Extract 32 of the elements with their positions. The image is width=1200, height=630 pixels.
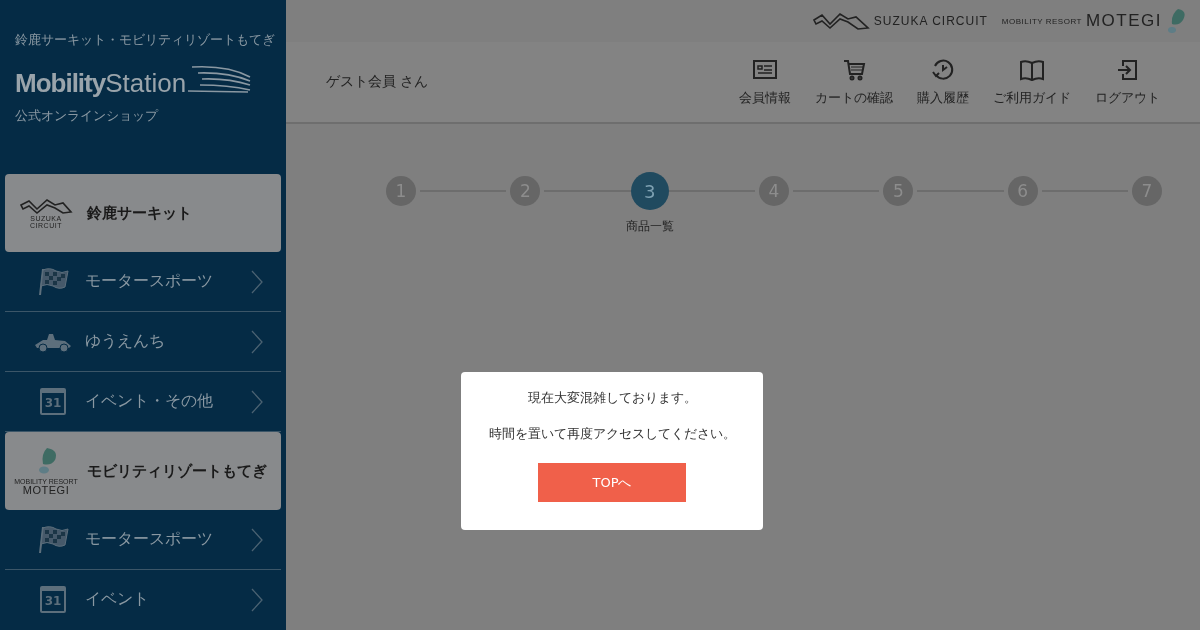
checkered-flag-icon xyxy=(36,524,70,555)
calendar-icon: 31 xyxy=(40,388,66,415)
chevron-icon xyxy=(251,527,263,552)
chevron-icon xyxy=(251,389,263,414)
dialog-message: 現在大変混雑しております。 xyxy=(527,390,697,407)
subtitle: 公式オンラインショップ xyxy=(15,107,160,125)
suzuka-circuit-logo[interactable]: SUZUKA CIRCUIT xyxy=(811,11,988,31)
history-icon xyxy=(930,57,956,82)
top-button[interactable]: TOPへ xyxy=(538,463,686,502)
menu-item[interactable]: モータースポーツ xyxy=(5,510,281,570)
menu-item[interactable]: モータースポーツ xyxy=(5,252,281,312)
menu-item[interactable]: 31 イベント xyxy=(5,570,281,629)
nav-link[interactable]: ログアウト xyxy=(1095,57,1160,107)
menu-item[interactable]: ゆうえんち xyxy=(5,312,281,372)
step-circle: 3 xyxy=(630,172,669,210)
cart-icon xyxy=(841,57,867,82)
calendar-icon: 31 xyxy=(40,586,66,613)
nav-link[interactable]: 会員情報 xyxy=(739,57,791,107)
motegi-logo[interactable]: MOBILITY RESORT MOTEGI xyxy=(1001,8,1186,34)
checkered-flag-icon xyxy=(36,266,70,297)
book-icon xyxy=(1019,57,1045,82)
id-card-icon xyxy=(752,57,778,82)
chevron-icon xyxy=(251,587,263,612)
user-greeting: ゲスト会員 さん xyxy=(326,73,430,91)
mobility-station-logo[interactable]: MobilityStation xyxy=(15,63,253,99)
nav-link[interactable]: 購入履歴 xyxy=(917,57,969,107)
nav-link[interactable]: カートの確認 xyxy=(815,57,893,107)
step-label: 商品一覧 xyxy=(625,218,674,235)
chevron-icon xyxy=(251,329,263,354)
dialog-message: 時間を置いて再度アクセスしてください。 xyxy=(488,426,736,443)
nav-link[interactable]: ご利用ガイド xyxy=(993,57,1071,107)
chevron-icon xyxy=(251,269,263,294)
